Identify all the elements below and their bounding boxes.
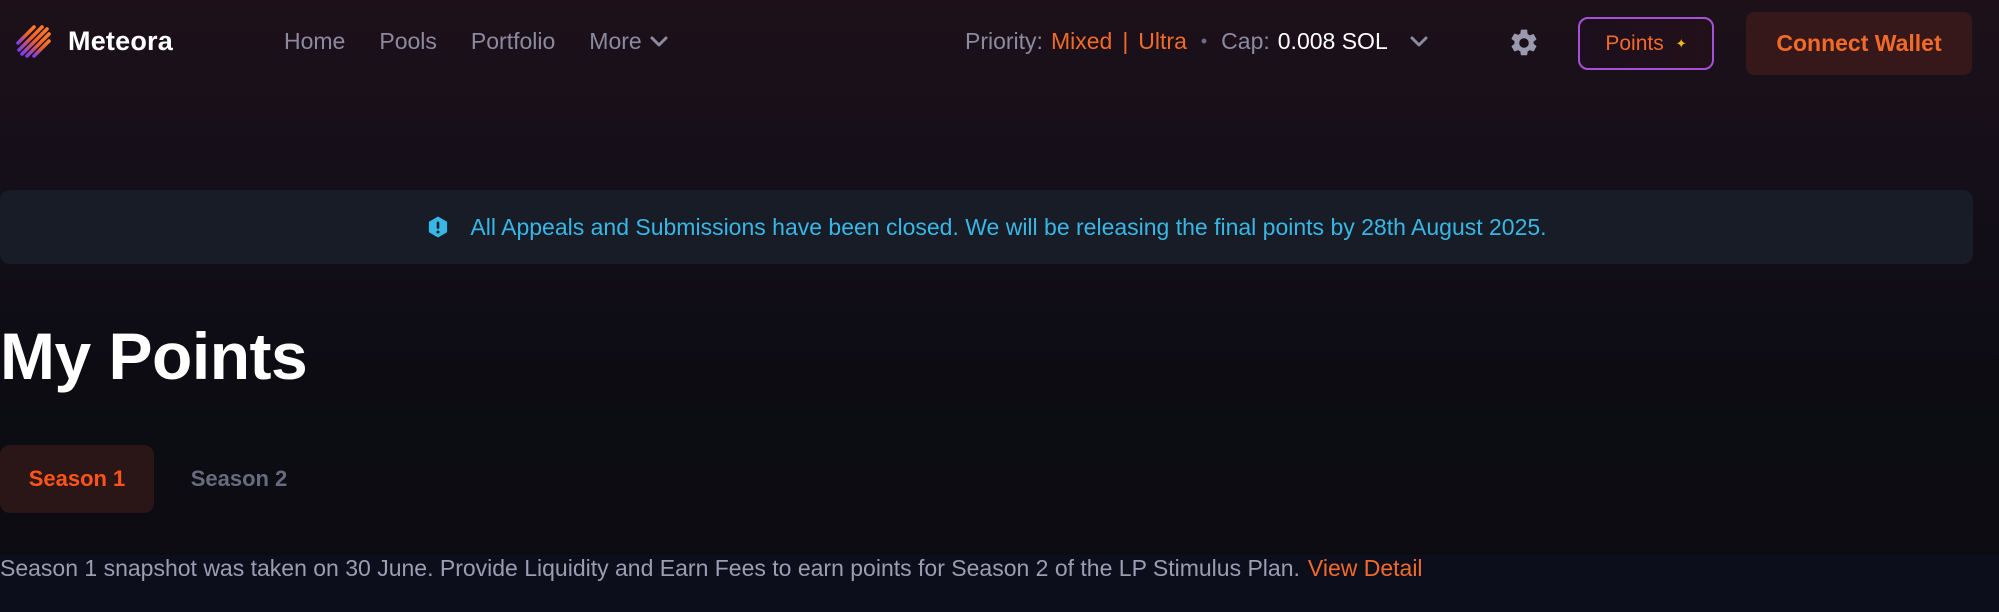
logo[interactable]: Meteora — [14, 21, 173, 61]
app-name: Meteora — [68, 25, 173, 56]
snapshot-text: Season 1 snapshot was taken on 30 June. … — [0, 555, 1300, 581]
priority-level: Ultra — [1138, 28, 1187, 54]
top-navbar: Meteora Home Pools Portfolio More Priori… — [0, 0, 1999, 88]
nav-more-label: More — [589, 28, 642, 54]
nav-more[interactable]: More — [589, 28, 668, 55]
nav-portfolio[interactable]: Portfolio — [471, 28, 555, 55]
nav-home[interactable]: Home — [284, 28, 345, 55]
cap-label: Cap: — [1221, 28, 1270, 54]
tab-season-2[interactable]: Season 2 — [160, 445, 318, 513]
page-title: My Points — [0, 319, 308, 393]
sparkle-icon: ✦ — [1675, 35, 1687, 51]
meteora-logo-icon — [16, 25, 51, 58]
info-banner: All Appeals and Submissions have been cl… — [0, 190, 1973, 264]
connect-wallet-button[interactable]: Connect Wallet — [1746, 12, 1972, 75]
info-icon — [429, 216, 448, 238]
priority-divider: | — [1122, 28, 1129, 54]
cap-value: 0.008 SOL — [1277, 28, 1388, 54]
snapshot-notice: Season 1 snapshot was taken on 30 June. … — [0, 555, 1999, 612]
nav-pools[interactable]: Pools — [379, 28, 437, 55]
main-nav: Home Pools Portfolio More — [284, 28, 668, 55]
priority-fee-selector[interactable]: Priority: Mixed | Ultra • Cap: 0.008 SOL — [965, 28, 1428, 55]
chevron-down-icon — [1410, 36, 1428, 46]
gear-icon[interactable] — [1508, 27, 1540, 59]
view-detail-link[interactable]: View Detail — [1308, 555, 1423, 582]
separator-dot: • — [1200, 31, 1208, 51]
banner-text: All Appeals and Submissions have been cl… — [470, 213, 1547, 240]
tab-season-1[interactable]: Season 1 — [0, 445, 154, 513]
page: Meteora Home Pools Portfolio More Priori… — [0, 0, 1999, 612]
chevron-down-icon — [650, 36, 668, 46]
priority-label: Priority: — [965, 28, 1043, 54]
points-button[interactable]: Points ✦ — [1578, 17, 1714, 70]
priority-mode: Mixed — [1050, 28, 1113, 54]
points-button-label: Points — [1605, 31, 1664, 55]
